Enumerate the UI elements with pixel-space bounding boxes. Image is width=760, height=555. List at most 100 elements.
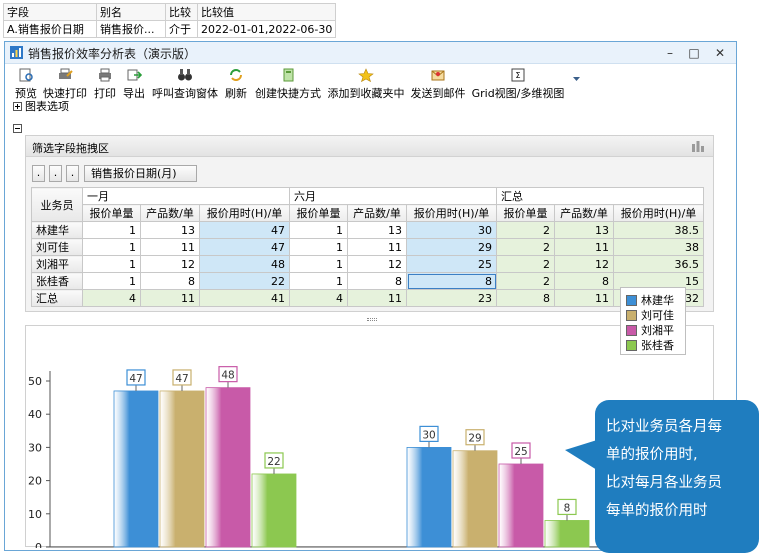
title-bar[interactable]: 销售报价效率分析表（演示版） – □ ✕ (5, 42, 736, 64)
bar (544, 520, 590, 548)
condition-alias[interactable]: 销售报价... (96, 20, 166, 38)
export-button[interactable]: 导出 (120, 68, 148, 106)
refresh-button[interactable]: 刷新 (222, 68, 250, 106)
table-cell[interactable]: 12 (140, 255, 200, 273)
table-cell[interactable]: 36.5 (613, 255, 704, 273)
table-cell[interactable]: 13 (347, 221, 407, 239)
measure-header[interactable]: 产品数/单 (554, 204, 614, 222)
add-to-favorites-button[interactable]: 添加到收藏夹中 (325, 68, 407, 106)
table-cell[interactable]: 25 (406, 255, 497, 273)
close-button[interactable]: ✕ (708, 43, 732, 63)
row-field-dot-button-2[interactable]: . (49, 165, 62, 182)
table-row[interactable]: 汇总 4 11 41 4 11 23 8 11 32 (31, 289, 704, 307)
filter-drop-area[interactable]: 筛选字段拖拽区 (26, 136, 713, 157)
condition-field[interactable]: A.销售报价日期 (3, 20, 97, 38)
table-cell[interactable]: 11 (140, 289, 200, 307)
table-cell[interactable]: 2 (496, 238, 555, 256)
column-field-button[interactable]: 销售报价日期(月) (84, 165, 197, 182)
group-header-jun[interactable]: 六月 (289, 187, 497, 205)
print-button[interactable]: 打印 (91, 68, 119, 106)
pivot-grid-panel: 筛选字段拖拽区 . . . 销售报价日期(月) 业务员 一月 六月 汇总 报价单… (25, 135, 714, 312)
table-cell[interactable]: 11 (347, 238, 407, 256)
table-cell[interactable]: 12 (554, 255, 614, 273)
data-label: 47 (129, 373, 142, 385)
table-cell[interactable]: 41 (199, 289, 290, 307)
collapse-icon[interactable] (13, 124, 22, 133)
table-cell[interactable]: 1 (289, 255, 348, 273)
maximize-button[interactable]: □ (682, 43, 706, 63)
table-cell[interactable]: 11 (140, 238, 200, 256)
table-cell[interactable]: 11 (554, 238, 614, 256)
table-cell[interactable]: 8 (554, 272, 614, 290)
measure-header[interactable]: 报价单量 (82, 204, 141, 222)
row-header[interactable]: 林建华 (31, 221, 83, 239)
table-cell[interactable]: 2 (496, 272, 555, 290)
table-cell[interactable]: 11 (554, 289, 614, 307)
measure-header[interactable]: 报价用时(H)/单 (613, 204, 704, 222)
chart-options-toggle[interactable]: 图表选项 (13, 98, 69, 114)
measure-header[interactable]: 报价单量 (496, 204, 555, 222)
table-cell[interactable]: 47 (199, 238, 290, 256)
row-header[interactable]: 刘湘平 (31, 255, 83, 273)
table-cell[interactable]: 1 (82, 221, 141, 239)
table-cell[interactable]: 8 (347, 272, 407, 290)
table-cell[interactable]: 38.5 (613, 221, 704, 239)
table-cell[interactable]: 8 (140, 272, 200, 290)
table-cell[interactable]: 2 (496, 221, 555, 239)
table-cell[interactable]: 4 (289, 289, 348, 307)
table-cell[interactable]: 1 (289, 272, 348, 290)
minimize-button[interactable]: – (658, 43, 682, 63)
field-chooser-icon[interactable] (691, 139, 705, 153)
condition-row[interactable]: A.销售报价日期 销售报价... 介于 2022-01-01,2022-06-3… (3, 20, 337, 38)
table-cell[interactable]: 30 (406, 221, 497, 239)
row-field-header[interactable]: 业务员 (31, 187, 83, 222)
row-field-dot-button-3[interactable]: . (66, 165, 79, 182)
measure-header[interactable]: 报价用时(H)/单 (199, 204, 290, 222)
row-header[interactable]: 刘可佳 (31, 238, 83, 256)
condition-value[interactable]: 2022-01-01,2022-06-30 (196, 20, 337, 38)
table-cell[interactable]: 1 (82, 272, 141, 290)
table-cell[interactable]: 13 (140, 221, 200, 239)
row-field-dot-button-1[interactable]: . (32, 165, 45, 182)
table-cell[interactable]: 1 (82, 238, 141, 256)
table-cell[interactable]: 29 (406, 238, 497, 256)
table-cell[interactable]: 48 (199, 255, 290, 273)
create-shortcut-label: 创建快捷方式 (255, 87, 321, 100)
measure-header[interactable]: 报价用时(H)/单 (406, 204, 497, 222)
table-cell[interactable]: 12 (347, 255, 407, 273)
panel-splitter[interactable] (367, 318, 377, 321)
table-cell[interactable]: 8 (496, 289, 555, 307)
call-query-form-button[interactable]: 呼叫查询窗体 (150, 68, 220, 106)
table-row[interactable]: 刘可佳 1 11 47 1 11 29 2 11 38 (31, 238, 704, 256)
toolbar-overflow-icon[interactable] (573, 77, 580, 82)
table-cell[interactable]: 38 (613, 238, 704, 256)
table-cell[interactable]: 1 (289, 238, 348, 256)
send-to-mail-button[interactable]: 发送到邮件 (408, 68, 468, 106)
table-cell[interactable]: 22 (199, 272, 290, 290)
expand-icon[interactable] (13, 102, 22, 111)
table-cell[interactable]: 1 (82, 255, 141, 273)
measure-header[interactable]: 报价单量 (289, 204, 348, 222)
legend-item: 刘湘平 (626, 322, 674, 337)
group-header-jan[interactable]: 一月 (82, 187, 290, 205)
table-cell[interactable]: 4 (82, 289, 141, 307)
table-cell[interactable]: 13 (554, 221, 614, 239)
measure-header[interactable]: 产品数/单 (347, 204, 407, 222)
pivot-collapse-toggle[interactable] (13, 122, 25, 135)
table-cell[interactable]: 47 (199, 221, 290, 239)
measure-header[interactable]: 产品数/单 (140, 204, 200, 222)
table-row[interactable]: 张桂香 1 8 22 1 8 8 2 8 15 (31, 272, 704, 290)
table-cell[interactable]: 23 (406, 289, 497, 307)
grid-view-toggle-button[interactable]: Σ Grid视图/多维视图 (469, 68, 567, 106)
row-header[interactable]: 汇总 (31, 289, 83, 307)
table-cell[interactable]: 8 (406, 272, 497, 290)
create-shortcut-button[interactable]: 创建快捷方式 (252, 68, 324, 106)
table-row[interactable]: 刘湘平 1 12 48 1 12 25 2 12 36.5 (31, 255, 704, 273)
table-row[interactable]: 林建华 1 13 47 1 13 30 2 13 38.5 (31, 221, 704, 239)
table-cell[interactable]: 11 (347, 289, 407, 307)
table-cell[interactable]: 2 (496, 255, 555, 273)
row-header[interactable]: 张桂香 (31, 272, 83, 290)
condition-compare[interactable]: 介于 (165, 20, 198, 38)
group-header-total[interactable]: 汇总 (496, 187, 704, 205)
table-cell[interactable]: 1 (289, 221, 348, 239)
